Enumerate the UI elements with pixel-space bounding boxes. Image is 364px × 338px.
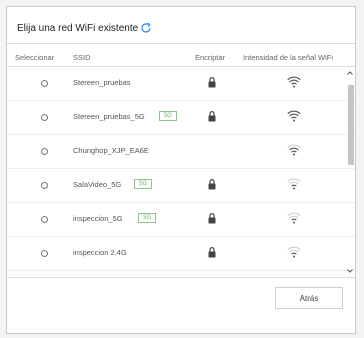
- wifi-select-dialog: Elija una red WiFi existente Seleccionar…: [6, 6, 356, 334]
- scroll-up-icon[interactable]: [346, 69, 354, 77]
- scrollbar-thumb[interactable]: [348, 85, 354, 165]
- column-header-ssid: SSID: [73, 53, 91, 62]
- lock-icon: [208, 213, 216, 224]
- network-row[interactable]: Chunghop_XJP_EA6E: [7, 135, 355, 169]
- network-radio[interactable]: [41, 148, 48, 155]
- title-divider: [7, 43, 355, 44]
- band-badge: 5G: [134, 179, 153, 189]
- network-ssid: inspeccion 2.4G: [73, 248, 127, 257]
- lock-icon: [208, 111, 216, 122]
- scroll-down-icon[interactable]: [346, 267, 354, 275]
- column-header-select: Seleccionar: [15, 53, 55, 62]
- wifi-signal-icon: [287, 144, 301, 156]
- network-row[interactable]: inspeccion 2.4G: [7, 237, 355, 271]
- network-row[interactable]: inspeccion_5G 5G: [7, 203, 355, 237]
- title-row: Elija una red WiFi existente: [17, 19, 152, 37]
- network-radio[interactable]: [41, 114, 48, 121]
- wifi-signal-icon: [287, 110, 301, 122]
- wifi-signal-icon: [287, 76, 301, 88]
- network-ssid: Stereen_pruebas: [73, 78, 131, 87]
- network-radio[interactable]: [41, 216, 48, 223]
- network-radio[interactable]: [41, 182, 48, 189]
- column-header-encrypt: Encriptar: [195, 53, 226, 62]
- lock-icon: [208, 77, 216, 88]
- network-row[interactable]: Stereen_pruebas: [7, 67, 355, 101]
- refresh-icon[interactable]: [140, 22, 152, 34]
- lock-icon: [208, 247, 216, 258]
- band-badge: 5G: [138, 213, 157, 223]
- footer-divider: [7, 277, 355, 278]
- network-ssid: SalaVideo_5G: [73, 180, 122, 189]
- wifi-signal-icon: [287, 178, 301, 190]
- column-header-signal: Intensidad de la señal WiFi: [243, 53, 334, 62]
- band-badge: 5G: [158, 111, 177, 121]
- wifi-signal-icon: [287, 246, 301, 258]
- lock-icon: [208, 179, 216, 190]
- network-radio[interactable]: [41, 80, 48, 87]
- network-row[interactable]: SalaVideo_5G 5G: [7, 169, 355, 203]
- network-row[interactable]: Stereen_pruebas_5G 5G: [7, 101, 355, 135]
- dialog-title: Elija una red WiFi existente: [17, 22, 139, 34]
- network-ssid: Stereen_pruebas_5G: [73, 112, 145, 121]
- network-list[interactable]: Stereen_pruebas Stereen_pruebas_5G 5G Chung…: [7, 67, 355, 277]
- network-ssid: Chunghop_XJP_EA6E: [73, 146, 149, 155]
- network-ssid: inspeccion_5G: [73, 214, 123, 223]
- back-button[interactable]: Atrás: [275, 287, 343, 309]
- network-radio[interactable]: [41, 250, 48, 257]
- wifi-signal-icon: [287, 212, 301, 224]
